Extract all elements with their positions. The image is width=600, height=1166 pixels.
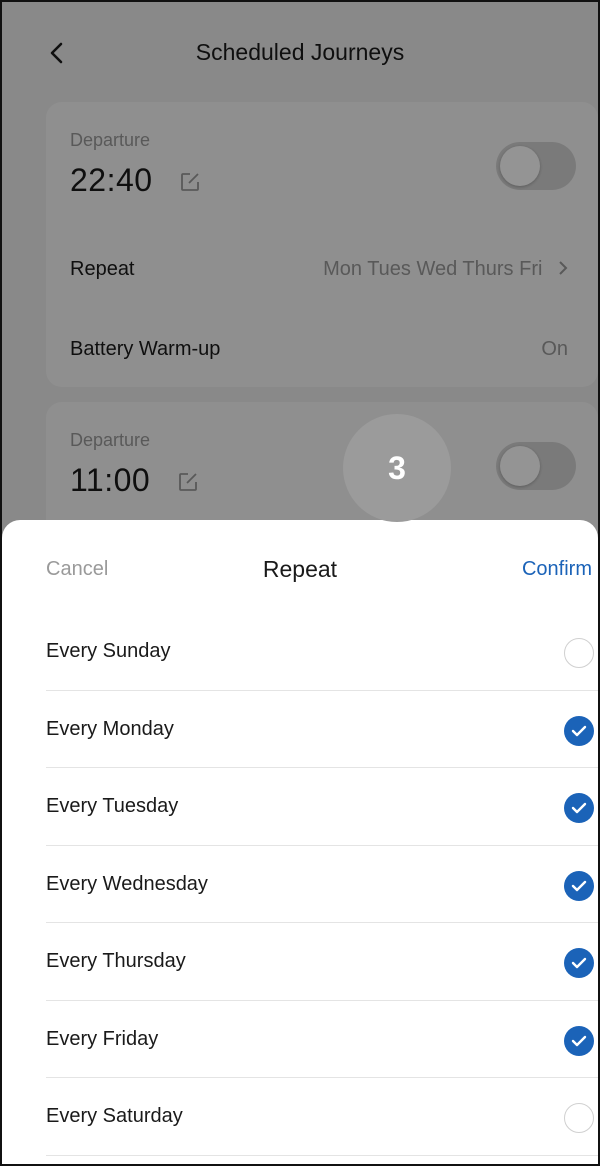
checkmark-circle-icon[interactable] [564, 870, 594, 901]
option-label: Every Sunday [46, 640, 171, 662]
option-label: Every Wednesday [46, 872, 208, 895]
confirm-button[interactable]: Confirm [522, 558, 592, 581]
option-monday[interactable]: Every Monday [46, 691, 598, 768]
option-sunday[interactable]: Every Sunday [46, 613, 598, 691]
option-label: Every Monday [46, 717, 174, 740]
sheet-title: Repeat [262, 556, 338, 582]
option-wednesday[interactable]: Every Wednesday [46, 846, 598, 923]
option-label: Every Thursday [46, 950, 186, 972]
step-badge: 3 [343, 414, 451, 522]
option-label: Every Friday [46, 1027, 159, 1050]
phone-screen: Scheduled Journeys Departure 22:40 Repea… [0, 0, 600, 1166]
repeat-sheet: Cancel Repeat Confirm Every Sunday Every… [2, 520, 598, 1164]
checkmark-circle-icon[interactable] [564, 948, 594, 978]
option-label: Every Saturday [46, 1105, 183, 1127]
repeat-options-list: Every Sunday Every Monday Every Tuesday … [46, 613, 598, 1156]
option-friday[interactable]: Every Friday [46, 1001, 598, 1078]
option-thursday[interactable]: Every Thursday [46, 923, 598, 1001]
checkmark-circle-icon[interactable] [564, 793, 594, 823]
option-label: Every Tuesday [46, 795, 179, 817]
option-tuesday[interactable]: Every Tuesday [46, 768, 598, 846]
checkbox-circle-icon[interactable] [564, 638, 594, 668]
checkmark-circle-icon[interactable] [564, 715, 594, 746]
checkbox-circle-icon[interactable] [564, 1103, 594, 1133]
checkmark-circle-icon[interactable] [564, 1025, 594, 1056]
option-saturday[interactable]: Every Saturday [46, 1078, 598, 1156]
